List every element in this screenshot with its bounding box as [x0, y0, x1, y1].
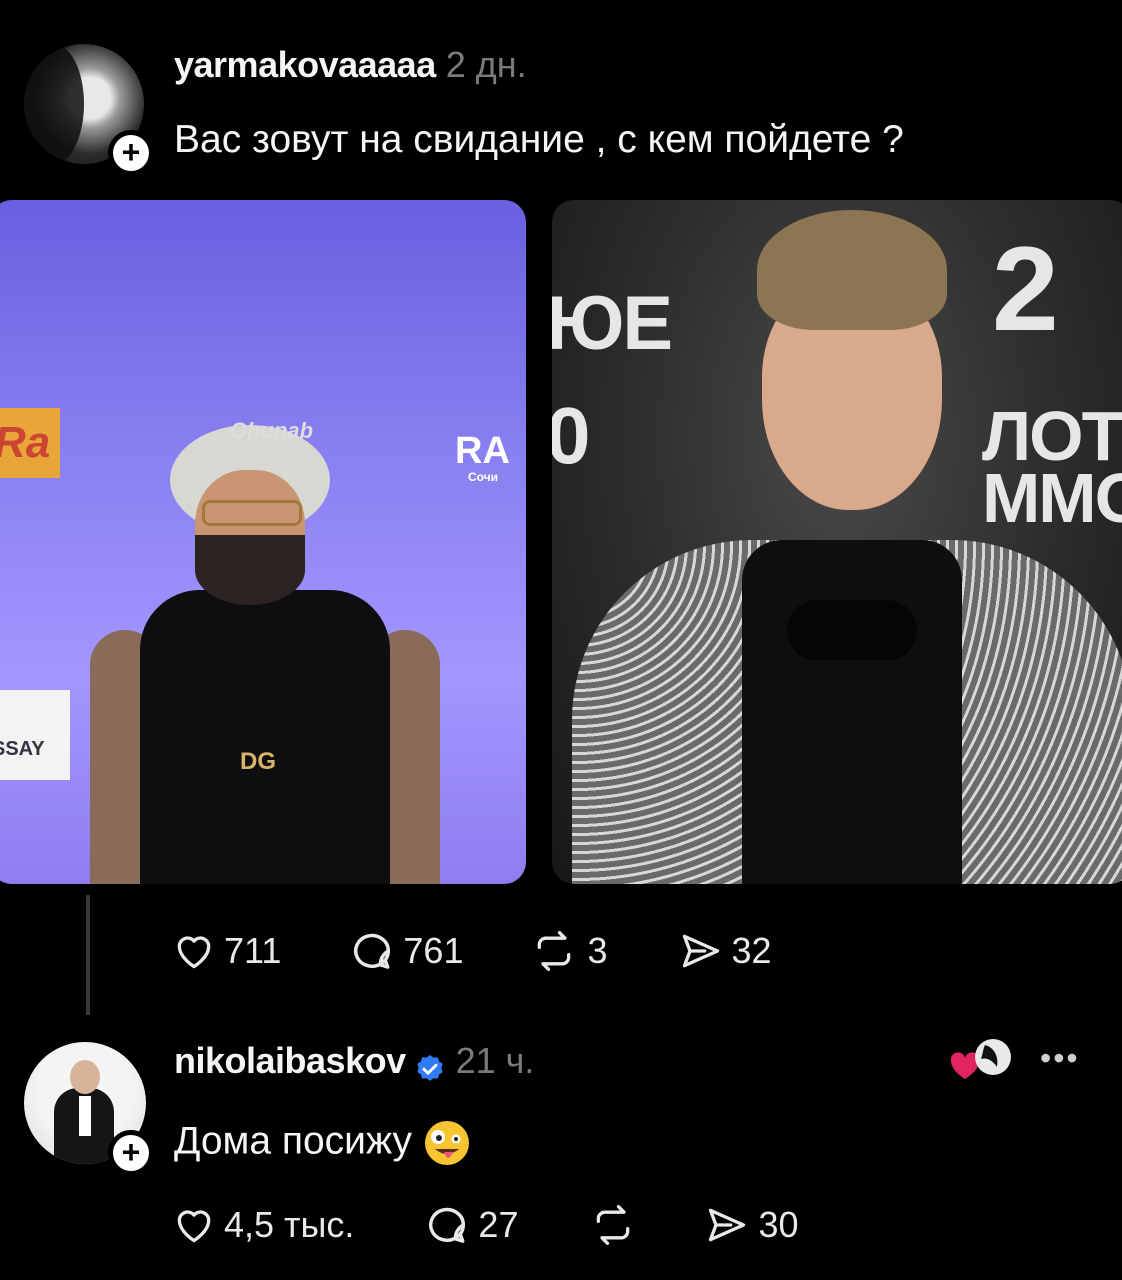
verified-icon	[416, 1054, 443, 1081]
post-time: 2 дн.	[445, 44, 527, 85]
like-count: 711	[224, 930, 282, 971]
share-button[interactable]: 32	[678, 929, 772, 973]
reply-share-count: 30	[758, 1204, 799, 1245]
repost-icon	[597, 1205, 630, 1245]
repost-icon	[538, 931, 571, 971]
comment-icon	[429, 1207, 466, 1243]
share-count: 32	[731, 930, 772, 971]
post-header: yarmakovaaaaa 2 дн.	[174, 44, 527, 86]
image-2-text-b: 0	[552, 391, 590, 480]
heart-icon	[177, 1210, 211, 1243]
liked-by-author-icon	[950, 1039, 1011, 1079]
comment-button[interactable]: 761	[349, 928, 463, 974]
repost-button[interactable]: 3	[529, 929, 608, 973]
image-1-text-e: DG	[240, 748, 276, 775]
heart-icon	[177, 936, 211, 969]
image-1-text-c: Сочи	[468, 470, 499, 484]
image-1-text-f: Ohupab	[230, 418, 314, 443]
follow-plus-icon[interactable]: +	[108, 1130, 154, 1176]
comment-count: 761	[403, 930, 464, 971]
zany-face-emoji	[425, 1121, 469, 1165]
reply-like-count: 4,5 тыс.	[224, 1204, 355, 1245]
reply-username[interactable]: nikolaibaskov	[174, 1040, 406, 1081]
reply-like-button[interactable]: 4,5 тыс.	[172, 1203, 354, 1247]
reply-actions: 4,5 тыс. 27 30	[172, 1202, 799, 1248]
reply-repost-button[interactable]	[588, 1203, 638, 1247]
reply-comment-count: 27	[478, 1204, 519, 1245]
more-icon[interactable]: •••	[1040, 1040, 1080, 1077]
reply-share-button[interactable]: 30	[704, 1203, 799, 1247]
image-1-text-b: RA	[455, 430, 510, 472]
image-1-text-a: Ra	[0, 418, 51, 467]
post-actions: 711 761 3 32	[172, 928, 772, 974]
reply-time: 21 ч.	[455, 1040, 535, 1081]
follow-plus-icon[interactable]: +	[108, 130, 154, 176]
comment-icon	[354, 933, 391, 969]
image-2-text-a: ЮЕ	[552, 281, 673, 366]
image-1-text-d: SSAY	[0, 738, 45, 760]
author-username[interactable]: yarmakovaaaaa	[174, 44, 436, 85]
reply-text: Дома посижу	[174, 1119, 412, 1163]
reply-text-row: Дома посижу	[174, 1118, 472, 1168]
image-2-text-e: ММО	[982, 459, 1122, 537]
post-text: Вас зовут на свидание , с кем пойдете ?	[174, 118, 904, 161]
post-image-1[interactable]: Ra RA Сочи SSAY Ohupab DG	[0, 200, 526, 884]
thread-line	[86, 895, 90, 1015]
reply-header: nikolaibaskov 21 ч.	[174, 1040, 534, 1085]
repost-count: 3	[587, 930, 608, 971]
share-icon	[709, 1208, 746, 1242]
sponsor-board	[0, 690, 70, 780]
post-image-2[interactable]: ЮЕ 0 2 ЛОТ ММО	[552, 200, 1122, 884]
like-button[interactable]: 711	[172, 929, 281, 973]
share-icon	[682, 934, 719, 968]
image-2-text-c: 2	[992, 222, 1059, 356]
reply-comment-button[interactable]: 27	[424, 1202, 518, 1248]
